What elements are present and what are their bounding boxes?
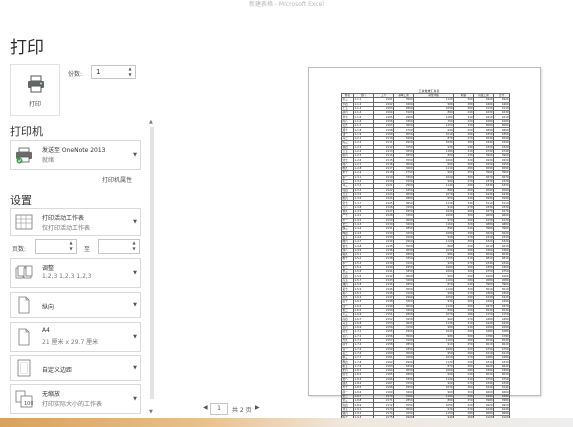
orientation-title: 纵向 [42,304,55,311]
paper-size-subtitle: 21 厘米 x 29.7 厘米 [42,339,99,346]
no-scaling-icon: 100 [15,390,33,408]
chevron-down-icon: ▼ [133,365,137,371]
chevron-down-icon: ▼ [133,219,137,225]
chevron-down-icon: ▼ [133,270,137,276]
scaling-subtitle: 打印实际大小的工作表 [42,401,103,408]
chevron-down-icon: ▼ [133,152,137,158]
printer-dropdown[interactable]: 发送至 OneNote 2013 就绪 ▼ [10,140,141,170]
svg-text:100: 100 [24,401,33,407]
printer-status: 就绪 [42,157,55,164]
scaling-title: 无缩放 [42,391,61,398]
margins-title: 自定义边距 [42,367,73,374]
pages-from-spin-arrows[interactable]: ▲ ▼ [68,240,74,252]
scroll-up-icon[interactable]: ▲ [149,119,153,125]
previous-page-button[interactable]: ◀ [203,404,208,411]
margins-dropdown[interactable]: 自定义边距 ▼ [10,355,141,381]
collate-dropdown[interactable]: 调整 1,2,3 1,2,3 1,2,3 ▼ [10,258,141,288]
printer-icon [28,75,44,93]
scaling-dropdown[interactable]: 100 无缩放 打印实际大小的工作表 ▼ [10,384,141,414]
copies-stepper[interactable]: 1 ▲ ▼ [91,65,136,79]
printer-icon [16,147,32,164]
print-button-label: 打印 [28,101,41,108]
portrait-icon [18,296,30,314]
copies-label: 份数: [68,71,83,78]
pages-to-label: 至 [84,246,91,253]
settings-section-title: 设置 [10,194,32,207]
next-page-button[interactable]: ▶ [255,404,260,411]
collate-icon [15,265,33,279]
printer-section-title: 打印机 [10,125,43,138]
scroll-down-icon[interactable]: ▼ [149,409,153,415]
chevron-down-icon: ▼ [133,334,137,340]
chevron-down-icon: ▼ [133,302,137,308]
worksheet-icon [15,214,33,230]
paper-size-icon [18,328,30,346]
printer-name: 发送至 OneNote 2013 [42,147,106,154]
pages-to-spin-arrows[interactable]: ▲ ▼ [131,240,137,252]
printer-properties-link[interactable]: 打印机属性 [102,175,132,184]
current-page-input[interactable]: 1 [210,403,228,415]
pages-to-input[interactable]: ▲ ▼ [98,239,140,254]
print-what-title: 打印活动工作表 [42,215,85,222]
settings-scrollbar[interactable]: ▲ ▼ [148,119,156,415]
copies-spin-arrows[interactable]: ▲ ▼ [127,66,133,78]
pages-label: 页数: [12,246,27,253]
copies-value: 1 [96,68,101,76]
margins-icon [17,359,31,377]
orientation-dropdown[interactable]: 纵向 ▼ [10,292,141,318]
print-button[interactable]: 打印 [10,64,60,116]
taskbar-strip [0,418,573,427]
pages-from-input[interactable]: ▲ ▼ [35,239,77,254]
paper-size-title: A4 [42,327,50,334]
paper-size-dropdown[interactable]: A4 21 厘米 x 29.7 厘米 ▼ [10,322,141,352]
page-title: 打印 [10,38,44,58]
scrollbar-thumb[interactable] [150,127,154,399]
collate-subtitle: 1,2,3 1,2,3 1,2,3 [42,273,92,280]
sheet-table: 姓名 部门 工号 基本工资 岗位津贴 补贴 应发工资 合计 张三 1-1-1 2101 3500 11… [341,92,510,427]
print-preview-page: 工资发放汇总表 姓名 部门 工号 基本工资 岗位津贴 补贴 应发工资 合计 张三 1-1-1 21… [308,67,541,427]
print-what-subtitle: 仅打印活动工作表 [42,225,91,232]
window-title: 新建表格 - Microsoft Excel [248,1,325,8]
print-what-dropdown[interactable]: 打印活动工作表 仅打印活动工作表 ▼ [10,208,141,236]
collate-title: 调整 [42,265,55,272]
chevron-down-icon: ▼ [133,396,137,402]
page-count: 共 2 页 [232,407,252,414]
